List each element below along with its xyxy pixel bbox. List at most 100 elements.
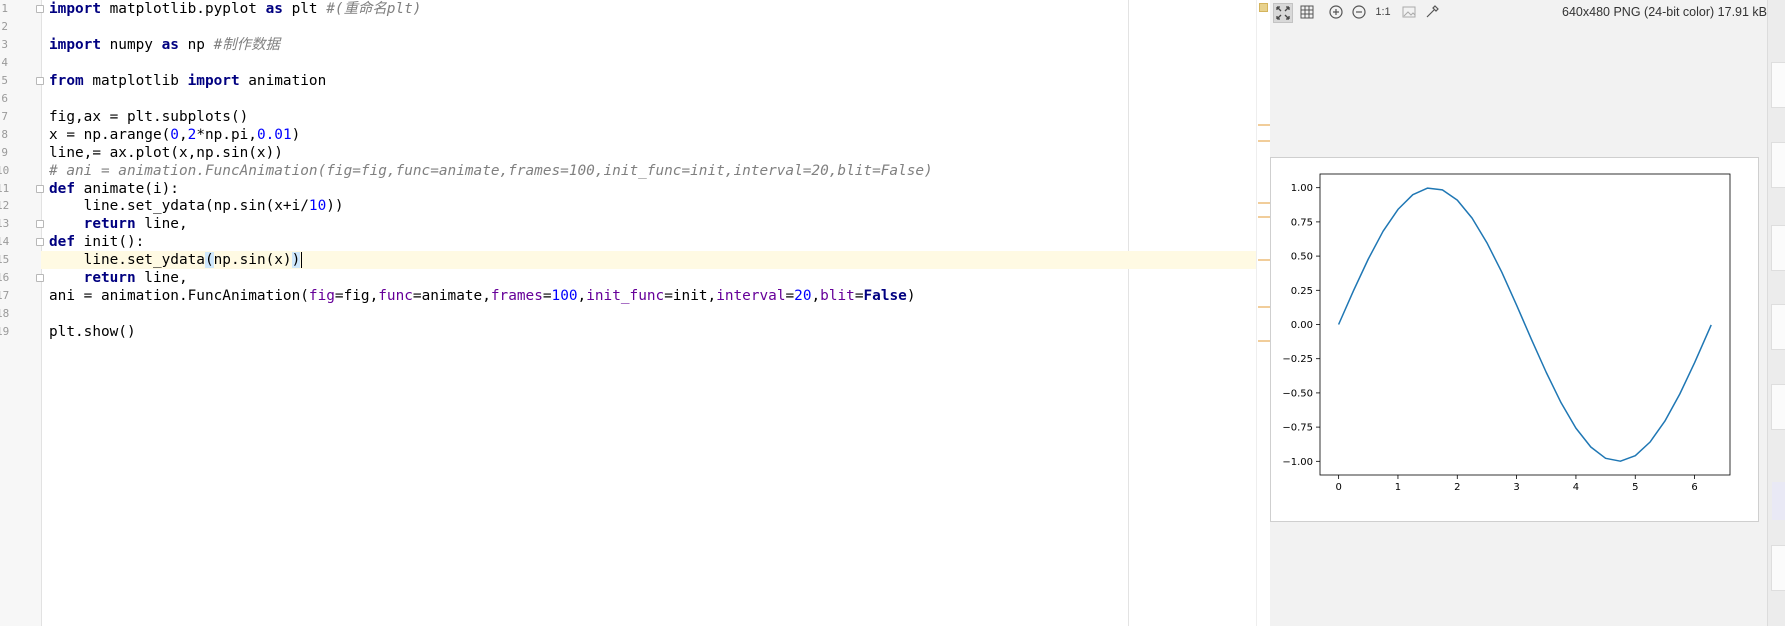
color-picker-icon[interactable] — [1423, 3, 1443, 23]
stripe-marker[interactable] — [1258, 202, 1270, 204]
y-tick-label: 0.25 — [1291, 286, 1313, 297]
code-token: init(): — [75, 234, 145, 250]
code-token: matplotlib.pyplot — [100, 1, 266, 17]
stripe-marker[interactable] — [1258, 140, 1270, 142]
fold-marker-icon[interactable] — [36, 238, 44, 246]
thumbnail[interactable] — [1771, 225, 1785, 271]
code-token: def — [49, 181, 75, 197]
code-token: *np.pi, — [196, 127, 257, 143]
fold-marker-icon[interactable] — [36, 77, 44, 85]
line-number: 12 — [0, 199, 10, 212]
code-token: np — [178, 37, 214, 53]
code-token: as — [161, 37, 179, 53]
image-viewer-toolbar: 1:1 640x480 PNG (24-bit color) 17.91 kB — [1270, 0, 1767, 26]
code-token: init_func — [586, 288, 665, 304]
x-tick-label: 6 — [1691, 482, 1697, 493]
code-line[interactable]: import matplotlib.pyplot as plt #(重命名plt… — [49, 0, 421, 18]
code-line[interactable]: # ani = animation.FuncAnimation(fig=fig,… — [49, 162, 933, 180]
code-token: func — [378, 288, 413, 304]
thumbnail[interactable] — [1771, 545, 1785, 591]
line-number: 5 — [1, 74, 8, 87]
stripe-marker[interactable] — [1258, 340, 1270, 342]
line-number: 15 — [0, 253, 10, 266]
code-line[interactable]: import numpy as np #制作数据 — [49, 36, 280, 54]
code-token: line.set_ydata(np.sin(x+i/ — [49, 198, 309, 214]
code-token: line, — [135, 270, 188, 286]
code-token: return — [83, 270, 136, 286]
side-thumbnail-strip — [1767, 0, 1785, 626]
code-token: False — [863, 288, 907, 304]
code-token: =animate, — [412, 288, 491, 304]
y-tick-label: −1.00 — [1282, 457, 1313, 468]
code-token: 100 — [551, 288, 578, 304]
code-token: fig — [308, 288, 335, 304]
x-tick-label: 3 — [1513, 482, 1519, 493]
image-info-label: 640x480 PNG (24-bit color) 17.91 kB — [1562, 5, 1767, 19]
stripe-marker[interactable] — [1258, 306, 1270, 308]
thumbnail[interactable] — [1771, 62, 1785, 108]
code-token: frames — [490, 288, 543, 304]
code-token: as — [265, 1, 283, 17]
code-token: 0.01 — [256, 127, 292, 143]
code-line[interactable]: def init(): — [49, 233, 144, 251]
line-chart: −1.00 −0.75 −0.50 −0.25 0.00 0.25 0.50 0.75 1.00… — [1282, 173, 1731, 493]
code-token: animate(i): — [75, 181, 179, 197]
image-icon[interactable] — [1400, 3, 1420, 23]
code-token: = — [854, 288, 864, 304]
code-token: 2 — [187, 127, 197, 143]
text-caret — [301, 252, 303, 268]
code-line[interactable]: return line, — [49, 269, 188, 287]
code-editor[interactable]: 12345678910111213141516171819 import mat… — [0, 0, 1270, 626]
code-token: return — [83, 216, 136, 232]
code-line[interactable]: return line, — [49, 215, 188, 233]
code-token: def — [49, 234, 75, 250]
code-line[interactable]: line,= ax.plot(x,np.sin(x)) — [49, 144, 283, 162]
code-token: blit — [820, 288, 855, 304]
stripe-marker[interactable] — [1258, 259, 1270, 261]
x-tick-label: 4 — [1573, 482, 1579, 493]
code-line[interactable]: plt.show() — [49, 323, 136, 341]
code-token: ) — [291, 127, 301, 143]
actual-size-button[interactable]: 1:1 — [1373, 3, 1393, 23]
error-stripe — [1256, 0, 1270, 626]
code-line[interactable]: from matplotlib import animation — [49, 72, 326, 90]
inspection-status-icon[interactable] — [1259, 3, 1268, 12]
code-line[interactable]: line.set_ydata(np.sin(x)) — [49, 251, 303, 269]
fold-marker-icon[interactable] — [36, 5, 44, 13]
code-token: 10 — [308, 198, 327, 214]
code-line[interactable]: def animate(i): — [49, 180, 179, 198]
zoom-out-icon[interactable] — [1350, 3, 1370, 23]
line-number: 10 — [0, 164, 10, 177]
stripe-marker[interactable] — [1258, 124, 1270, 126]
fit-icon[interactable] — [1273, 3, 1293, 23]
code-line[interactable]: line.set_ydata(np.sin(x+i/10)) — [49, 197, 344, 215]
line-number: 14 — [0, 235, 10, 248]
code-token: line.set_ydata — [49, 252, 205, 268]
thumbnail[interactable] — [1771, 142, 1785, 188]
code-token: , — [577, 288, 587, 304]
code-token: ( — [204, 252, 214, 268]
fold-marker-icon[interactable] — [36, 220, 44, 228]
thumbnail-active[interactable] — [1772, 482, 1785, 520]
code-token: import — [187, 73, 240, 89]
image-preview[interactable]: −1.00 −0.75 −0.50 −0.25 0.00 0.25 0.50 0.75 1.00… — [1270, 157, 1759, 522]
code-line[interactable]: ani = animation.FuncAnimation(fig=fig,fu… — [49, 287, 916, 305]
code-line[interactable]: x = np.arange(0,2*np.pi,0.01) — [49, 126, 300, 144]
code-token: #制作数据 — [213, 37, 280, 53]
code-token: = — [542, 288, 552, 304]
code-token: =fig, — [334, 288, 379, 304]
code-token: interval — [716, 288, 786, 304]
line-number: 16 — [0, 271, 10, 284]
y-tick-label: −0.25 — [1282, 354, 1313, 365]
code-token: line, — [135, 216, 188, 232]
grid-icon[interactable] — [1298, 3, 1318, 23]
code-line[interactable]: fig,ax = plt.subplots() — [49, 108, 248, 126]
fold-marker-icon[interactable] — [36, 185, 44, 193]
fold-marker-icon[interactable] — [36, 274, 44, 282]
code-token: , — [811, 288, 821, 304]
stripe-marker[interactable] — [1258, 216, 1270, 218]
thumbnail[interactable] — [1771, 304, 1785, 350]
thumbnail[interactable] — [1771, 384, 1785, 430]
zoom-in-icon[interactable] — [1327, 3, 1347, 23]
code-token: numpy — [100, 37, 162, 53]
